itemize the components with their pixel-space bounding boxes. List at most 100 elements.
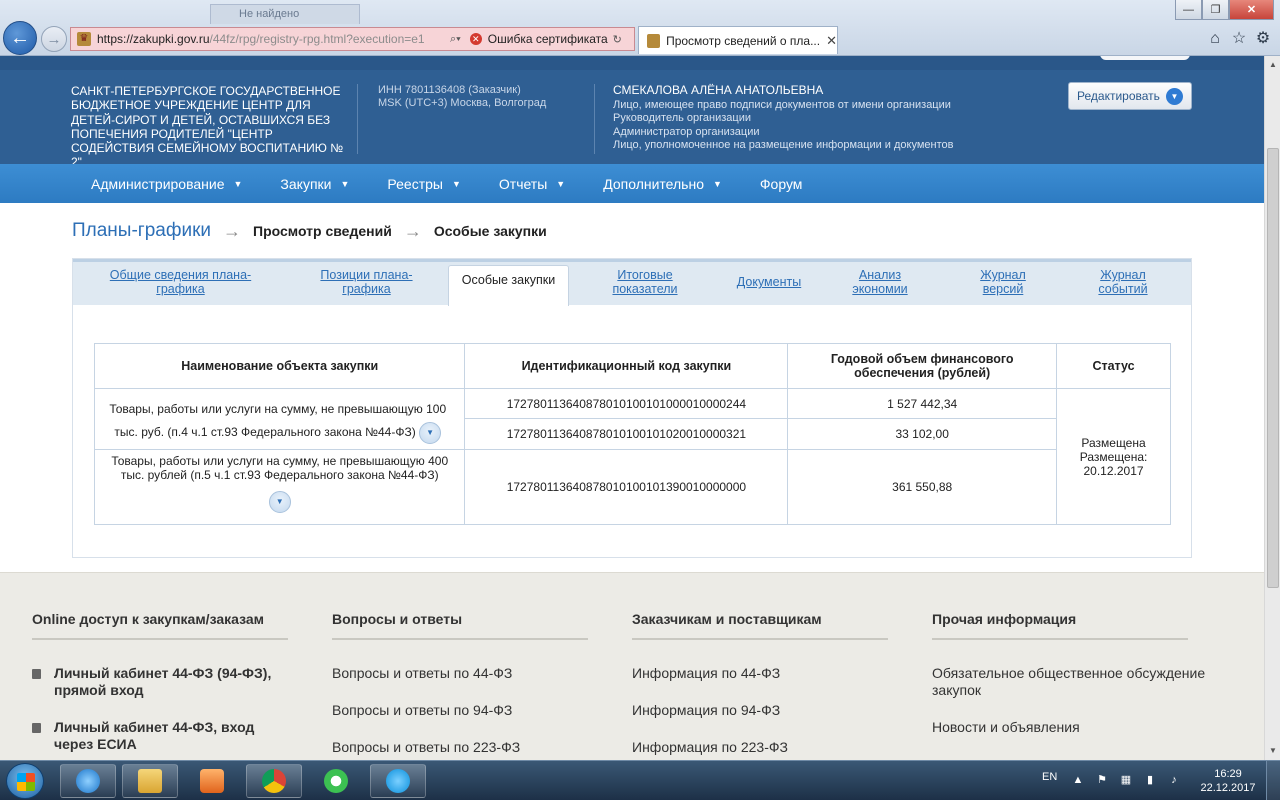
expand-icon[interactable]: ▼ (268, 491, 291, 513)
star-icon[interactable]: ☆ (1229, 29, 1249, 49)
maximize-button[interactable]: ❐ (1202, 0, 1229, 20)
nav-item-administration[interactable]: Администрирование ▼ (91, 176, 242, 192)
edit-button[interactable]: Редактировать ▼ (1068, 82, 1192, 110)
footer-link[interactable]: Личный кабинет 44-ФЗ (94-ФЗ), прямой вхо… (32, 665, 288, 699)
active-browser-tab[interactable]: Просмотр сведений о пла... ✕ (638, 26, 838, 54)
user-role: Лицо, имеющее право подписи документов о… (613, 98, 951, 111)
footer-column-qa: Вопросы и ответы Вопросы и ответы по 44-… (332, 611, 588, 760)
footer-link[interactable]: Личный кабинет 44-ФЗ, вход через ЕСИА (32, 719, 288, 753)
expand-icon[interactable]: ▼ (419, 421, 442, 444)
header-divider (357, 84, 358, 154)
flag-icon[interactable]: ⚑ (1096, 774, 1108, 786)
nav-item-registries[interactable]: Реестры ▼ (387, 176, 460, 192)
tray-expand-icon[interactable]: ▲ (1072, 774, 1084, 786)
tab-version-log[interactable]: Журнал версий (967, 268, 1039, 296)
column-header-name: Наименование объекта закупки (93, 343, 466, 389)
nav-item-additional[interactable]: Дополнительно ▼ (603, 176, 722, 192)
breadcrumb: Планы-графики → Просмотр сведений → Особ… (72, 220, 547, 242)
footer-link[interactable]: Вопросы и ответы по 94-ФЗ (332, 702, 588, 719)
nav-item-purchases[interactable]: Закупки ▼ (280, 176, 349, 192)
caret-down-icon: ▼ (233, 178, 243, 189)
footer-link[interactable]: Вопросы и ответы по 44-ФЗ (332, 665, 588, 682)
tab-documents[interactable]: Документы (729, 275, 809, 289)
column-header-amount: Годовой объем финансового обеспечения (р… (787, 343, 1058, 389)
tab-general-info[interactable]: Общие сведения плана-графика (103, 268, 258, 296)
scroll-down-icon[interactable]: ▼ (1268, 746, 1278, 755)
back-button[interactable]: ← (3, 21, 37, 55)
nav-item-reports[interactable]: Отчеты ▼ (499, 176, 565, 192)
caret-down-icon: ▼ (556, 178, 566, 189)
media-player-icon[interactable] (184, 764, 240, 798)
purchase-code: 172780113640878010100101000010000244 (464, 388, 789, 419)
start-button[interactable] (6, 763, 44, 799)
purchase-amount: 361 550,88 (787, 449, 1058, 525)
forward-button[interactable]: → (41, 26, 67, 52)
file-explorer-icon[interactable] (122, 764, 178, 798)
timezone-text: MSK (UTC+3) Москва, Волгоград (378, 97, 547, 109)
breadcrumb-plans-link[interactable]: Планы-графики (72, 220, 211, 242)
tab-close-icon[interactable]: ✕ (826, 33, 837, 49)
footer-link[interactable]: Вопросы и ответы по 223-ФЗ (332, 739, 588, 756)
tab-event-log[interactable]: Журнал событий (1087, 268, 1159, 296)
internet-explorer-icon[interactable] (60, 764, 116, 798)
gear-icon[interactable]: ⚙ (1253, 29, 1273, 49)
close-window-button[interactable]: ✕ (1229, 0, 1274, 20)
special-purchases-table: Наименование объекта закупки Идентификац… (93, 343, 1171, 525)
tab-special-purchases[interactable]: Особые закупки (448, 265, 569, 306)
search-dropdown-icon[interactable]: ⌕▾ (450, 33, 461, 46)
top-menu-tab[interactable] (1100, 56, 1190, 60)
minimize-button[interactable]: — (1175, 0, 1202, 20)
scroll-thumb[interactable] (1267, 148, 1279, 588)
purchase-code: 172780113640878010100101390010000000 (464, 449, 789, 525)
network-icon[interactable]: ▦ (1120, 774, 1132, 786)
nav-item-forum[interactable]: Форум (760, 176, 803, 192)
error-icon: ✕ (469, 33, 482, 45)
organization-name: САНКТ-ПЕТЕРБУРГСКОЕ ГОСУДАРСТВЕННОЕ БЮДЖ… (71, 84, 344, 170)
lock-icon (32, 723, 41, 733)
show-desktop-button[interactable] (1266, 761, 1280, 800)
tab-panel: Общие сведения плана-графика Позиции пла… (72, 258, 1192, 558)
tab-plan-positions[interactable]: Позиции плана-графика (309, 268, 424, 296)
certificate-error[interactable]: ✕ Ошибка сертификата (469, 32, 608, 46)
caret-down-icon: ▼ (712, 178, 722, 189)
refresh-icon[interactable]: ↻ (613, 33, 622, 46)
tab-savings-analysis[interactable]: Анализ экономии (845, 268, 915, 296)
signal-icon[interactable]: ▮ (1144, 774, 1156, 786)
site-crest-icon: ♛ (77, 32, 91, 46)
footer-column-other: Прочая информация Обязательное обществен… (932, 611, 1212, 756)
system-clock[interactable]: 16:29 22.12.2017 (1196, 767, 1260, 795)
user-name: СМЕКАЛОВА АЛЁНА АНАТОЛЬЕВНА (613, 83, 824, 97)
footer-link[interactable]: Информация по 223-ФЗ (632, 739, 888, 756)
arrow-left-icon: ← (10, 26, 30, 49)
footer-column-customers: Заказчикам и поставщикам Информация по 4… (632, 611, 888, 760)
skype-icon[interactable] (370, 764, 426, 798)
purchase-amount: 1 527 442,34 (787, 388, 1058, 419)
footer-link[interactable]: Информация по 94-ФЗ (632, 702, 888, 719)
scroll-up-icon[interactable]: ▲ (1268, 60, 1278, 69)
url-text[interactable]: https://zakupki.gov.ru/44fz/rpg/registry… (97, 32, 445, 46)
background-tab[interactable]: Не найдено (210, 4, 360, 24)
footer-link[interactable]: Информация по 44-ФЗ (632, 665, 888, 682)
address-bar[interactable]: ♛ https://zakupki.gov.ru/44fz/rpg/regist… (70, 27, 635, 51)
whatsapp-icon[interactable] (308, 764, 364, 798)
lock-icon (32, 669, 41, 679)
page-viewport: САНКТ-ПЕТЕРБУРГСКОЕ ГОСУДАРСТВЕННОЕ БЮДЖ… (0, 56, 1264, 760)
chrome-icon[interactable] (246, 764, 302, 798)
site-footer: Online доступ к закупкам/заказам Личный … (0, 572, 1264, 760)
purchase-amount: 33 102,00 (787, 418, 1058, 450)
tab-totals[interactable]: Итоговые показатели (605, 268, 685, 296)
inn-text: ИНН 7801136408 (Заказчик) (378, 84, 521, 96)
user-role: Лицо, уполномоченное на размещение инфор… (613, 139, 954, 151)
purchase-object-name: Товары, работы или услуги на сумму, не п… (93, 449, 466, 525)
vertical-scrollbar[interactable]: ▲ ▼ (1264, 56, 1280, 760)
user-info: СМЕКАЛОВА АЛЁНА АНАТОЛЬЕВНА Лицо, имеюще… (613, 83, 954, 153)
chevron-down-icon: ▼ (1166, 88, 1183, 105)
volume-icon[interactable]: ♪ (1168, 774, 1180, 786)
footer-link[interactable]: Обязательное общественное обсуждение зак… (932, 665, 1212, 699)
footer-link[interactable]: Новости и объявления (932, 719, 1212, 736)
home-icon[interactable]: ⌂ (1205, 29, 1225, 49)
header-divider (594, 84, 595, 154)
tab-strip: Общие сведения плана-графика Позиции пла… (73, 259, 1191, 306)
windows-taskbar: EN ▲ ⚑ ▦ ▮ ♪ 16:29 22.12.2017 (0, 760, 1280, 800)
language-indicator[interactable]: EN (1042, 771, 1057, 783)
